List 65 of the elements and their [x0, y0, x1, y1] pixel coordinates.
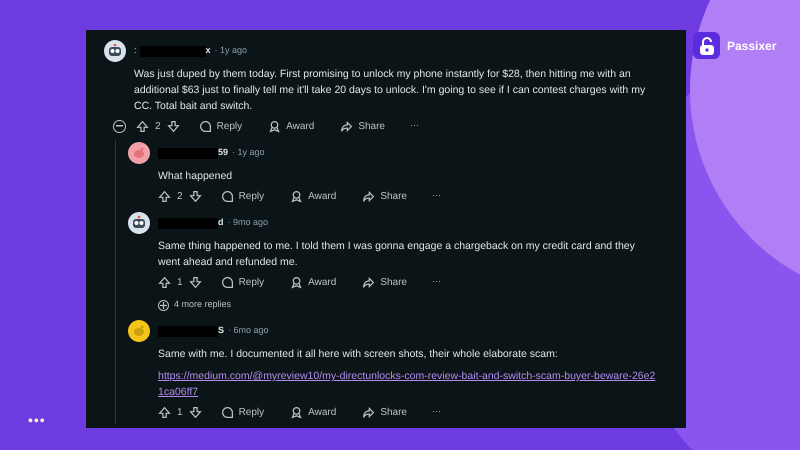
reply-button[interactable]: Reply [216, 404, 270, 420]
share-button[interactable]: Share [357, 188, 412, 204]
award-icon [290, 190, 304, 202]
reply-bubble-icon [220, 190, 234, 202]
award-icon [290, 406, 304, 418]
username-text: x [206, 44, 211, 58]
upvote-icon[interactable] [158, 406, 171, 418]
more-replies-button[interactable]: 4 more replies [158, 294, 232, 316]
vote-count: 1 [177, 406, 183, 420]
reply-bubble-icon [198, 120, 212, 132]
reply-button[interactable]: Reply [216, 274, 270, 290]
share-arrow-icon [362, 276, 376, 288]
comment-text: Was just duped by them today. First promising to unlock my phone instantly for $28, then hitting me with an additional $63 just to finally tell me it'll take 20 days to unlock. I'm going to see if I can contest charges with my CC. Total bait and switch. [134, 67, 646, 114]
collapse-button[interactable] [113, 120, 126, 132]
avatar [128, 142, 150, 164]
comment-time: · 6mo ago [228, 324, 269, 338]
downvote-icon[interactable] [188, 276, 202, 288]
robot-avatar [104, 40, 126, 62]
share-arrow-icon [340, 120, 354, 132]
award-button[interactable]: Award [285, 274, 342, 290]
award-button[interactable]: Award [263, 118, 320, 134]
vote-count: 2 [155, 120, 161, 134]
share-arrow-icon [362, 190, 376, 202]
more-button[interactable]: ••• [28, 413, 46, 427]
plus-icon [158, 300, 169, 310]
robot-avatar [128, 212, 150, 234]
username-text: : [134, 44, 137, 58]
minus-icon [116, 125, 123, 127]
reply-button[interactable]: Reply [194, 118, 248, 134]
username-text: S [218, 324, 224, 338]
award-button[interactable]: Award [285, 404, 342, 420]
upvote-icon[interactable] [136, 120, 149, 132]
share-button[interactable]: Share [335, 118, 390, 134]
reply-button[interactable]: Reply [216, 188, 270, 204]
award-button[interactable]: Award [285, 188, 342, 204]
lock-icon [693, 32, 720, 59]
overflow-menu-button[interactable]: ··· [428, 405, 445, 419]
share-arrow-icon [362, 406, 376, 418]
username-text: 59 [218, 146, 228, 160]
comment-time: · 9mo ago [228, 216, 268, 230]
award-icon [268, 120, 282, 132]
avatar [128, 320, 150, 342]
upvote-icon[interactable] [158, 276, 171, 288]
comment-link[interactable]: https://medium.com/@myreview10/my-directunlocks-com-review-bait-and-switch-scam-buyer-beware-26e21ca06ff7 [158, 368, 658, 400]
downvote-icon[interactable] [166, 120, 180, 132]
vote-count: 2 [177, 190, 183, 204]
share-button[interactable]: Share [357, 404, 412, 420]
comment-time: · 1y ago [232, 146, 265, 160]
brand-name: Passixer [727, 38, 776, 54]
comment-text: Same with me. I documented it all here with screen shots, their whole elaborate scam: [158, 347, 559, 362]
comment-time: · 1y ago [214, 44, 248, 58]
overflow-menu-button[interactable]: ··· [406, 119, 423, 133]
reply-bubble-icon [220, 406, 234, 418]
share-button[interactable]: Share [357, 274, 412, 290]
overflow-menu-button[interactable]: ··· [428, 275, 445, 289]
comment-text: Same thing happened to me. I told them I was gonna engage a chargeback on my credit card and they went ahead and refunded me. [158, 239, 636, 270]
downvote-icon[interactable] [188, 406, 202, 418]
downvote-icon[interactable] [188, 190, 202, 202]
award-icon [290, 276, 304, 288]
upvote-icon[interactable] [158, 190, 171, 202]
overflow-menu-button[interactable]: ··· [428, 189, 445, 203]
vote-count: 1 [177, 276, 183, 290]
username-text: d [218, 216, 224, 230]
reply-bubble-icon [220, 276, 234, 288]
comment-text: What happened [158, 169, 234, 184]
